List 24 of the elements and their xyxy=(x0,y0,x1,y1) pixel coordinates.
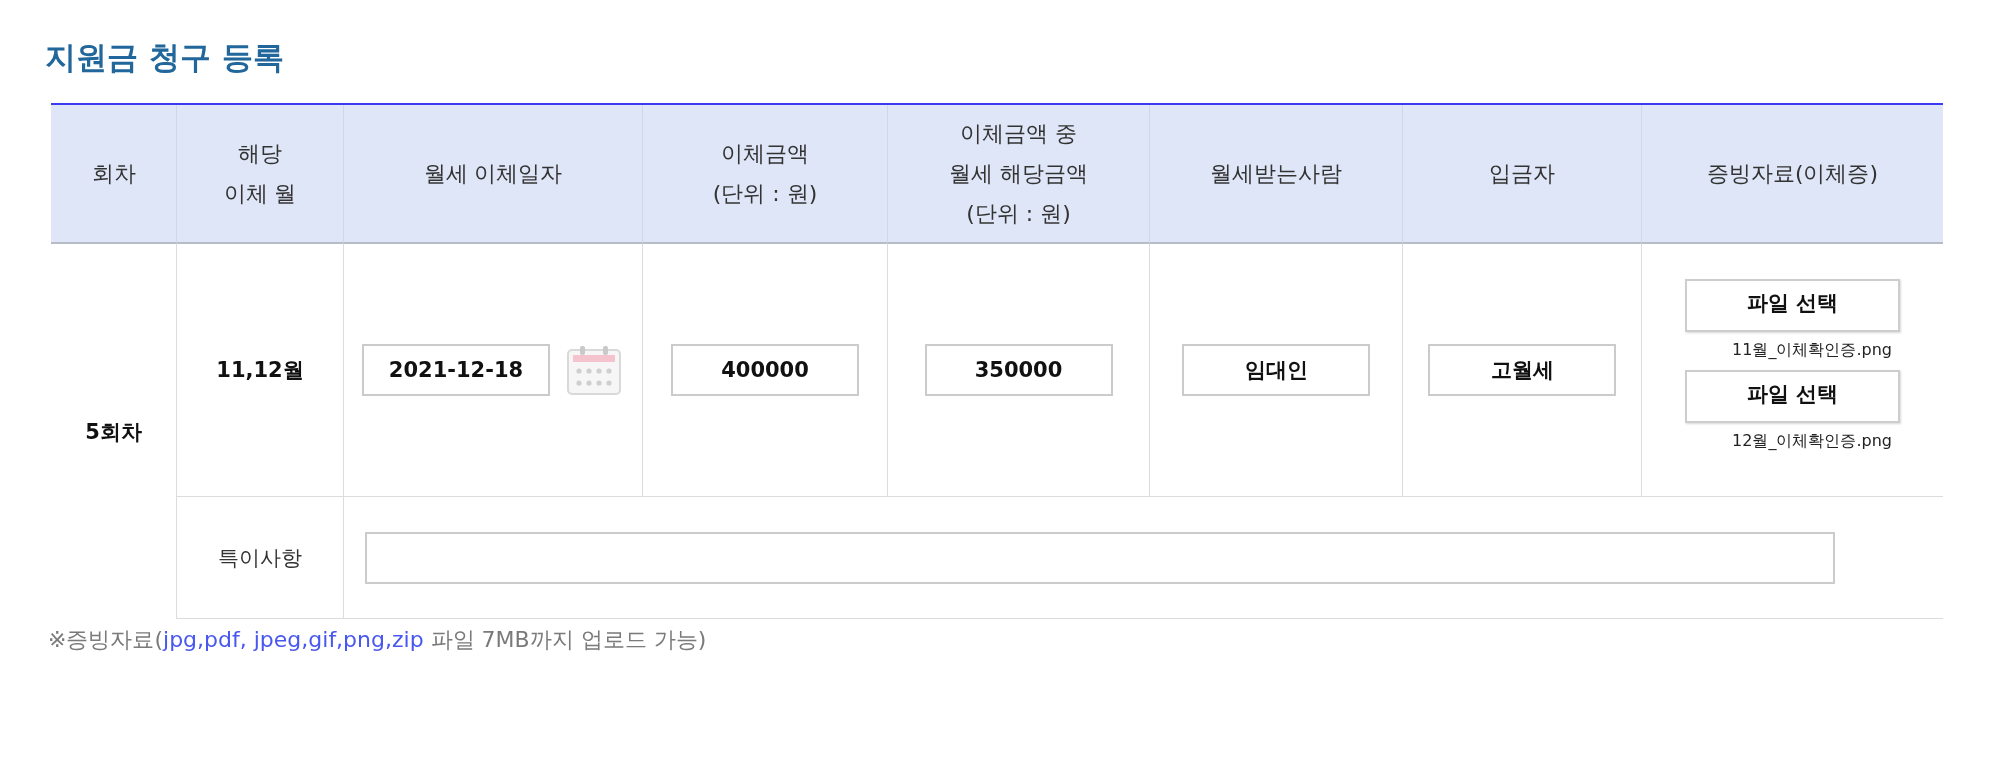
page-title: 지원금 청구 등록 xyxy=(45,38,284,76)
column-header: 월세 이체일자 xyxy=(344,105,643,244)
file-name: 11월_이체확인증.png xyxy=(1732,340,1892,359)
column-header: 해당 이체 월 xyxy=(177,105,344,244)
amount-field[interactable]: 400000 xyxy=(671,344,859,396)
remarks-label: 특이사항 xyxy=(218,544,302,572)
calendar-icon[interactable] xyxy=(564,344,624,396)
file-upload-note: ※증빙자료(jpg,pdf, jpeg,gif,png,zip 파일 7MB까지 업로드 가능) xyxy=(48,626,707,654)
file-name: 12월_이체확인증.png xyxy=(1732,431,1892,450)
column-header: 입금자 xyxy=(1403,105,1642,244)
column-header: 이체금액 (단위 : 원) xyxy=(643,105,888,244)
date-field[interactable]: 2021-12-18 xyxy=(362,344,550,396)
transfer-month: 11,12월 xyxy=(216,357,304,384)
file-select-button[interactable]: 파일 선택 xyxy=(1685,370,1900,423)
column-header: 증빙자료(이체증) xyxy=(1642,105,1943,244)
remarks-field[interactable] xyxy=(365,531,1835,584)
recipient-field[interactable]: 임대인 xyxy=(1182,344,1370,396)
round-number: 5회차 xyxy=(85,418,142,446)
column-header: 월세받는사람 xyxy=(1150,105,1403,244)
column-header: 회차 xyxy=(51,105,177,244)
column-header: 이체금액 중 월세 해당금액 (단위 : 원) xyxy=(888,105,1150,244)
rent-amount-field[interactable]: 350000 xyxy=(924,344,1113,396)
depositor-field[interactable]: 고월세 xyxy=(1428,344,1616,396)
file-select-button[interactable]: 파일 선택 xyxy=(1685,279,1900,332)
